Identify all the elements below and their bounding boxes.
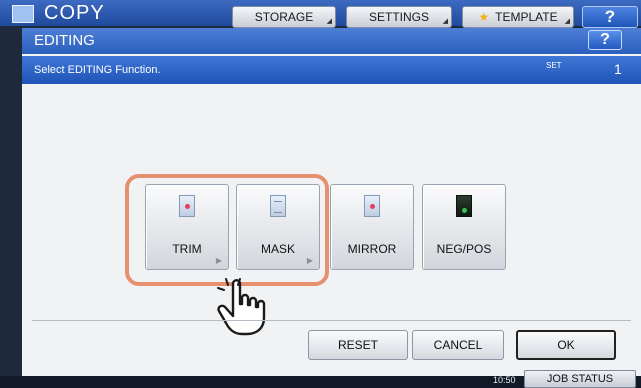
mirror-label: MIRROR bbox=[347, 242, 397, 256]
mirror-mark bbox=[370, 204, 375, 209]
dialog-content: TRIM ▶ MASK ▶ MIRROR NEG/POS RESET CANCE… bbox=[22, 84, 641, 378]
settings-button-label: SETTINGS bbox=[368, 10, 429, 24]
negpos-document-icon bbox=[456, 195, 472, 217]
mirror-document-icon bbox=[364, 195, 380, 217]
app-header: COPY STORAGE ◢ SETTINGS ◢ ★ TEMPLATE ◢ ? bbox=[0, 0, 641, 28]
pointing-hand-icon bbox=[217, 278, 266, 336]
corner-arrow-icon: ◢ bbox=[564, 18, 570, 25]
editing-dialog: EDITING ? Select EDITING Function. SET 1… bbox=[22, 28, 641, 378]
negpos-mark bbox=[462, 208, 467, 213]
template-button[interactable]: ★ TEMPLATE ◢ bbox=[462, 6, 574, 28]
instruction-text: Select EDITING Function. bbox=[34, 64, 161, 76]
highlight-frame bbox=[125, 174, 329, 286]
divider bbox=[32, 320, 631, 321]
corner-arrow-icon: ◢ bbox=[326, 18, 332, 25]
help-button[interactable]: ? bbox=[588, 30, 622, 50]
negpos-button[interactable]: NEG/POS bbox=[422, 184, 506, 270]
copy-app-icon bbox=[12, 5, 34, 23]
negpos-label: NEG/POS bbox=[436, 242, 492, 256]
settings-button[interactable]: SETTINGS ◢ bbox=[346, 6, 452, 28]
set-label: SET bbox=[546, 61, 562, 70]
job-status-button[interactable]: JOB STATUS bbox=[524, 370, 636, 388]
cancel-button[interactable]: CANCEL bbox=[412, 330, 504, 360]
dialog-title: EDITING bbox=[34, 32, 95, 49]
clock: 10:50 bbox=[493, 375, 516, 385]
ok-button[interactable]: OK bbox=[516, 330, 616, 360]
reset-button[interactable]: RESET bbox=[308, 330, 408, 360]
app-help-button[interactable]: ? bbox=[582, 6, 638, 28]
instruction-bar: Select EDITING Function. SET 1 bbox=[22, 56, 641, 84]
set-count: 1 bbox=[614, 61, 622, 77]
storage-button-label: STORAGE bbox=[254, 10, 314, 24]
storage-button[interactable]: STORAGE ◢ bbox=[232, 6, 336, 28]
mirror-button[interactable]: MIRROR bbox=[330, 184, 414, 270]
star-icon: ★ bbox=[478, 10, 490, 24]
dialog-header: EDITING ? bbox=[22, 28, 641, 54]
app-title: COPY bbox=[44, 2, 105, 24]
corner-arrow-icon: ◢ bbox=[442, 18, 448, 25]
template-button-label: TEMPLATE bbox=[495, 10, 558, 24]
